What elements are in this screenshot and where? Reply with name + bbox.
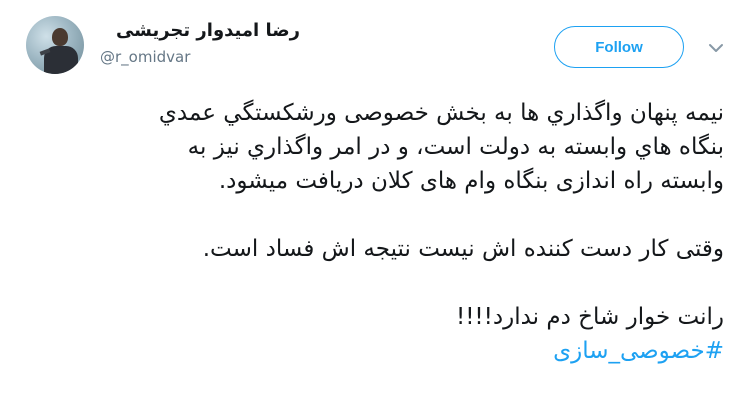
chevron-down-icon[interactable] bbox=[706, 38, 726, 58]
author-handle[interactable]: @r_omidvar bbox=[100, 48, 190, 66]
avatar-head bbox=[52, 28, 68, 46]
tweet-header: رضا امیدوار تجریشی @r_omidvar Follow bbox=[0, 0, 749, 90]
tweet-line: وابسته راه اندازی بنگاه وام های کلان دری… bbox=[218, 168, 724, 194]
tweet-line: وقتی کار دست کننده اش نیست نتیجه اش فساد… bbox=[202, 236, 724, 262]
hashtag-link[interactable]: #خصوصی_سازی bbox=[20, 334, 724, 368]
tweet-line: بنگاه هاي وابسته به دولت است، و در امر و… bbox=[187, 134, 724, 160]
author-display-name[interactable]: رضا امیدوار تجریشی bbox=[100, 20, 300, 41]
tweet-line: رانت خوار شاخ دم ندارد!!!! bbox=[455, 304, 724, 330]
tweet-line: نيمه پنهان واگذاري ها به بخش خصوصی ورشکس… bbox=[158, 100, 724, 126]
tweet-text: نيمه پنهان واگذاري ها به بخش خصوصی ورشکس… bbox=[20, 96, 724, 368]
follow-button[interactable]: Follow bbox=[554, 26, 684, 68]
avatar[interactable] bbox=[26, 16, 84, 74]
